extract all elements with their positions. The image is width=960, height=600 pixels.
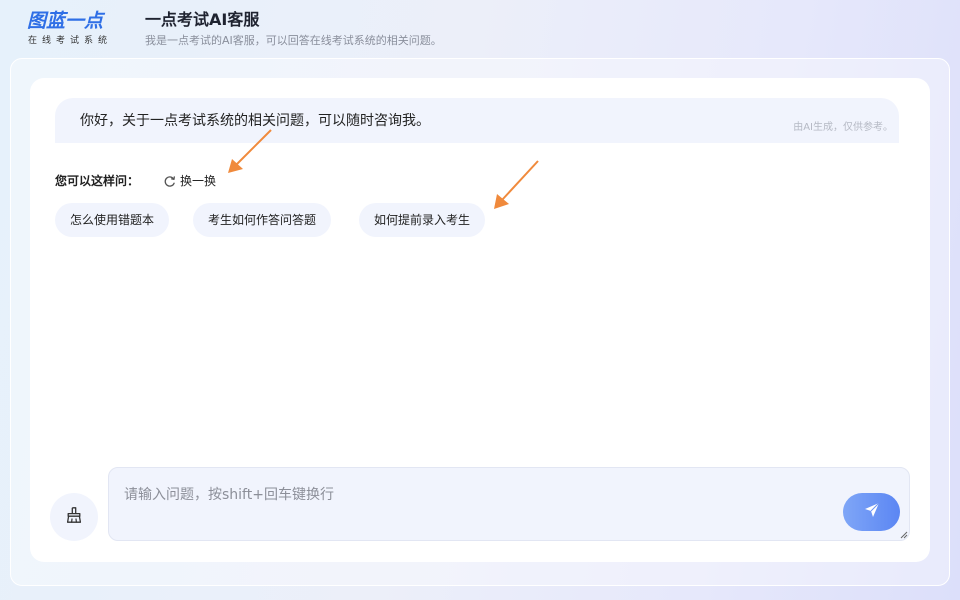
clear-chat-button[interactable] [50,493,98,541]
refresh-icon [163,175,176,188]
greeting-message: 你好，关于一点考试系统的相关问题，可以随时咨询我。 由AI生成，仅供参考。 [55,98,899,143]
page-subtitle: 我是一点考试的AI客服，可以回答在线考试系统的相关问题。 [145,34,442,47]
refresh-label: 换一换 [180,174,217,188]
header: 图蓝一点 在线考试系统 一点考试AI客服 我是一点考试的AI客服，可以回答在线考… [0,0,960,58]
ai-disclaimer: 由AI生成，仅供参考。 [793,122,893,133]
refresh-button[interactable]: 换一换 [163,172,216,190]
question-input[interactable] [109,468,909,540]
suggestion-chip[interactable]: 如何提前录入考生 [359,203,486,237]
resize-handle[interactable] [898,529,908,539]
greeting-text: 你好，关于一点考试系统的相关问题，可以随时咨询我。 [80,113,430,129]
logo: 图蓝一点 在线考试系统 [27,10,119,50]
broom-icon [65,506,83,528]
suggestion-label: 您可以这样问： [55,174,140,188]
page-title: 一点考试AI客服 [145,10,260,29]
question-input-box [108,467,910,541]
suggestion-chip[interactable]: 怎么使用错题本 [55,203,170,237]
suggestion-chip[interactable]: 考生如何作答问答题 [193,203,332,237]
logo-sub-text: 在线考试系统 [28,36,113,46]
send-icon [863,501,881,523]
logo-main-text: 图蓝一点 [27,10,104,32]
send-button[interactable] [843,493,900,531]
